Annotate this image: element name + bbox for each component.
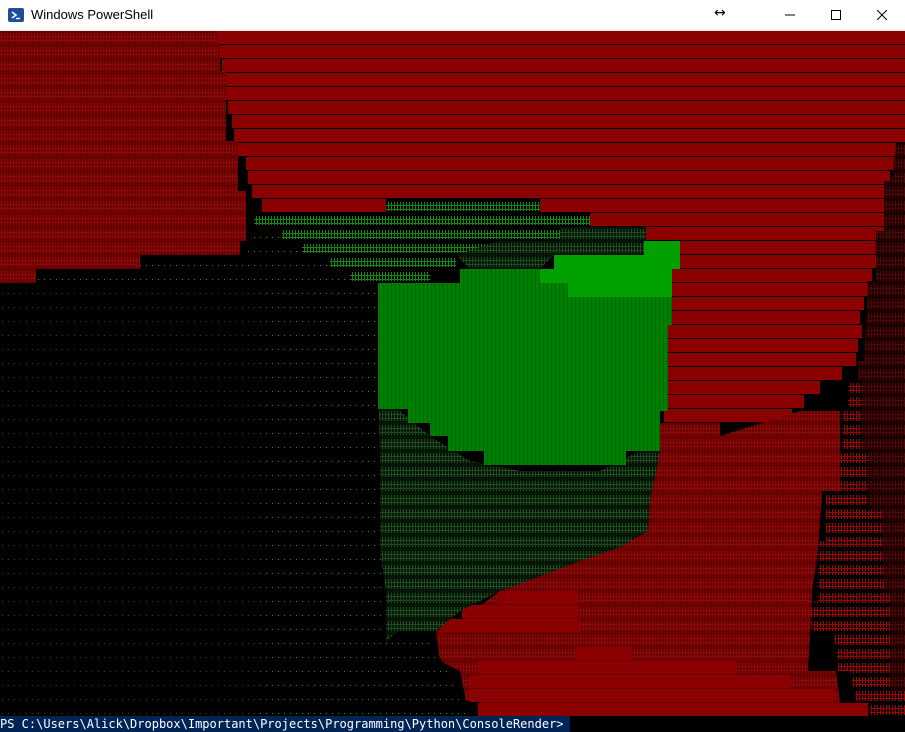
resize-arrows-icon: ↔ xyxy=(714,5,726,21)
ascii-render-canvas xyxy=(0,31,905,716)
powershell-icon xyxy=(8,8,24,22)
window-title: Windows PowerShell xyxy=(31,7,154,22)
minimize-icon xyxy=(785,14,795,16)
prompt-line[interactable]: PS C:\Users\Alick\Dropbox\Important\Proj… xyxy=(0,716,905,732)
powershell-window: Windows PowerShell ↔ PS C:\Users\Alick\D… xyxy=(0,0,905,732)
console-output[interactable] xyxy=(0,31,905,716)
close-button[interactable] xyxy=(859,0,905,30)
close-icon xyxy=(877,10,887,20)
maximize-button[interactable] xyxy=(813,0,859,30)
minimize-button[interactable] xyxy=(767,0,813,30)
red-hash-region-left xyxy=(0,31,246,283)
title-bar[interactable]: Windows PowerShell ↔ xyxy=(0,0,905,31)
command-prompt[interactable]: PS C:\Users\Alick\Dropbox\Important\Proj… xyxy=(0,716,570,732)
maximize-icon xyxy=(831,10,841,20)
